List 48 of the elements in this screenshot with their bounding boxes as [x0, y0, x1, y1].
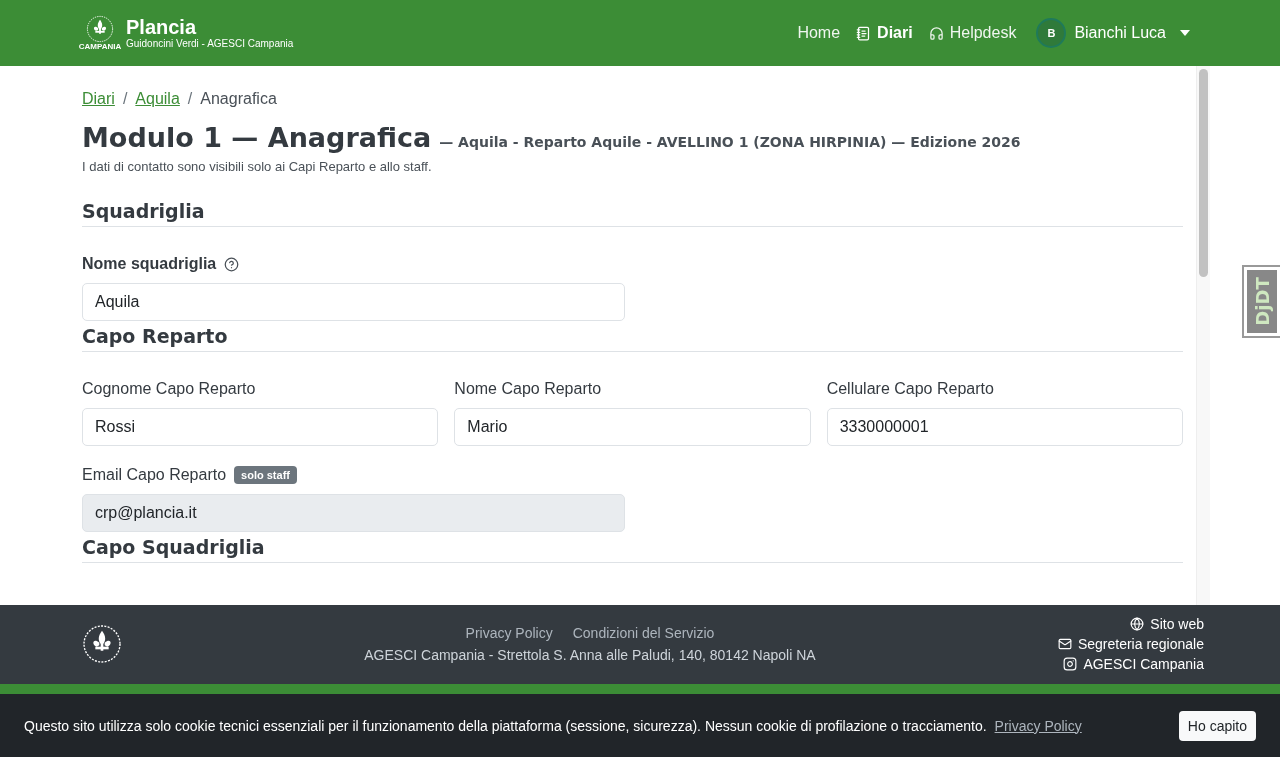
headphones-icon: [928, 25, 944, 41]
breadcrumb-separator: /: [187, 90, 193, 108]
text-input[interactable]: 3330000001: [826, 408, 1183, 446]
footer-link[interactable]: Condizioni del Servizio: [572, 624, 715, 641]
nav-link[interactable]: Home: [797, 24, 841, 42]
breadcrumb-link[interactable]: Diari: [82, 90, 115, 108]
footer-link[interactable]: Privacy Policy: [465, 624, 553, 641]
footer-contact-link[interactable]: Sito web: [1130, 615, 1204, 632]
instagram-icon: [1063, 656, 1078, 671]
nav-link[interactable]: Diari: [856, 24, 913, 42]
breadcrumb-link[interactable]: Aquila: [135, 90, 180, 108]
field-label: Nome Capo Reparto: [454, 380, 602, 398]
scrollbar[interactable]: [1196, 66, 1210, 605]
footer-contact-link[interactable]: Segreteria regionale: [1057, 635, 1204, 652]
nav-link[interactable]: Helpdesk: [928, 24, 1017, 42]
breadcrumb-current[interactable]: Anagrafica: [200, 90, 277, 108]
footer-address: AGESCI Campania - Strettola S. Anna alle Paludi, 140, 80142 Napoli NA: [364, 646, 816, 663]
field-label: Nome squadriglia: [82, 255, 217, 273]
footer-contact-link[interactable]: AGESCI Campania: [1063, 655, 1204, 672]
fleur-de-lis-logo: [86, 15, 114, 43]
brand-subtitle: Guidoncini Verdi - AGESCI Campania: [126, 38, 294, 50]
privacy-policy-link[interactable]: Privacy Policy: [994, 717, 1171, 734]
brand-name: Plancia: [126, 16, 198, 38]
user-menu[interactable]: B Bianchi Luca: [1036, 18, 1190, 48]
notebook-icon: [856, 25, 872, 41]
caret-icon: [1180, 30, 1190, 36]
fleur-de-lis-logo: [82, 623, 122, 664]
user-avatar: B: [1036, 18, 1067, 48]
breadcrumb-separator: /: [122, 90, 128, 108]
accept-button[interactable]: Ho capito: [1178, 710, 1256, 741]
page-title: Modulo 1 — Anagrafica: [82, 122, 432, 153]
section-heading: Squadriglia: [82, 200, 1183, 227]
section-heading: Capo Squadriglia: [82, 536, 1183, 563]
page-note: I dati di contatto sono visibili solo ai Capi Reparto e allo staff.: [82, 159, 433, 174]
cookie-message: Questo sito utilizza solo cookie tecnici essenziali per il funzionamento della piattaforma (sessione, sicurezza). Nessun cookie di profilazione o tracciamento.: [24, 717, 987, 734]
text-input[interactable]: Mario: [454, 408, 811, 446]
section-heading: Capo Reparto: [82, 325, 1183, 352]
page-subtitle: — Aquila - Reparto Aquile - AVELLINO 1 (ZONA HIRPINIA) — Edizione 2026: [439, 134, 1021, 150]
logo-caption: CAMPANIA: [78, 43, 122, 51]
globe-icon: [1130, 616, 1145, 631]
staff-badge: solo staff: [234, 466, 297, 484]
field-label: Email Capo Reparto: [82, 466, 227, 484]
help-icon[interactable]: [224, 256, 240, 272]
text-input[interactable]: Rossi: [82, 408, 439, 446]
field-label: Cognome Capo Reparto: [82, 380, 256, 398]
mail-icon: [1057, 636, 1072, 651]
field-label: Cellulare Capo Reparto: [826, 380, 994, 398]
text-input[interactable]: Aquila: [82, 283, 625, 321]
